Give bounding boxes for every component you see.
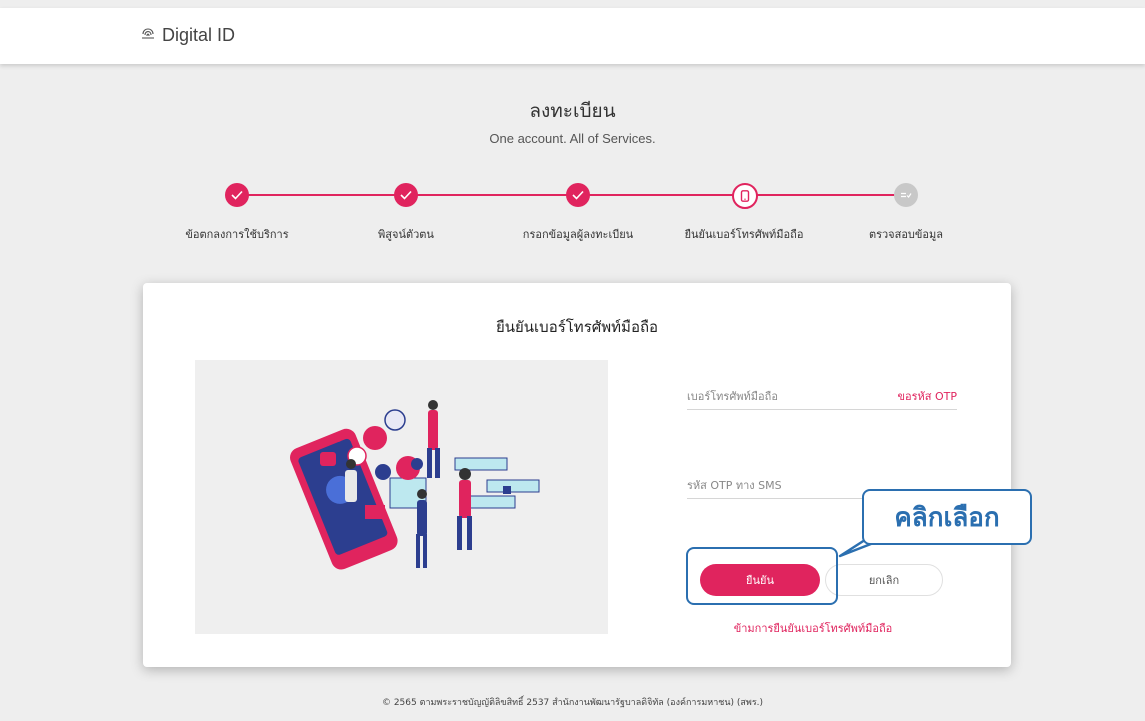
footer-copyright: © 2565 ตามพระราชบัญญัติลิขสิทธิ์ 2537 สำ… xyxy=(381,698,764,708)
page-subtitle: One account. All of Services. xyxy=(489,131,656,146)
step-1-check-icon xyxy=(225,183,249,207)
step-label: ข้อตกลงการใช้บริการ xyxy=(185,228,289,241)
cancel-button[interactable]: ยกเลิก xyxy=(825,564,943,596)
step-2-check-icon xyxy=(394,183,418,207)
step-label: กรอกข้อมูลผู้ลงทะเบียน xyxy=(522,228,634,241)
phone-verification-card: ยืนยันเบอร์โทรศัพท์มือถือ เบอร์โทรศัพท์ม… xyxy=(143,283,1011,667)
illustration-image xyxy=(195,360,608,634)
click-select-callout: คลิกเลือก xyxy=(862,489,1032,545)
otp-code-placeholder: รหัส OTP ทาง SMS xyxy=(687,479,782,492)
page-title: ลงทะเบียน xyxy=(529,100,616,122)
step-connector xyxy=(237,194,406,196)
step-connector xyxy=(406,194,578,196)
step-4-mobile-phone-icon xyxy=(732,183,758,209)
step-label: ตรวจสอบข้อมูล xyxy=(868,228,944,241)
card-title: ยืนยันเบอร์โทรศัพท์มือถือ xyxy=(495,318,659,336)
phone-number-placeholder: เบอร์โทรศัพท์มือถือ xyxy=(687,390,778,403)
step-label: พิสูจน์ตัวตน xyxy=(378,228,434,241)
request-otp-link[interactable]: ขอรหัส OTP xyxy=(897,387,957,405)
top-bar: Digital ID xyxy=(0,8,1145,64)
step-connector xyxy=(744,194,906,196)
step-3-check-icon xyxy=(566,183,590,207)
fingerprint-icon xyxy=(140,25,156,45)
logo[interactable]: Digital ID xyxy=(140,22,235,48)
confirm-button-highlight xyxy=(686,547,838,605)
skip-phone-verification-link[interactable]: ข้ามการยืนยันเบอร์โทรศัพท์มือถือ xyxy=(663,619,963,637)
step-label: ยืนยันเบอร์โทรศัพท์มือถือ xyxy=(684,228,804,241)
phone-number-field[interactable]: เบอร์โทรศัพท์มือถือ ขอรหัส OTP xyxy=(687,383,957,410)
logo-text: Digital ID xyxy=(162,24,236,45)
step-connector xyxy=(578,194,744,196)
step-5-review-icon xyxy=(894,183,918,207)
